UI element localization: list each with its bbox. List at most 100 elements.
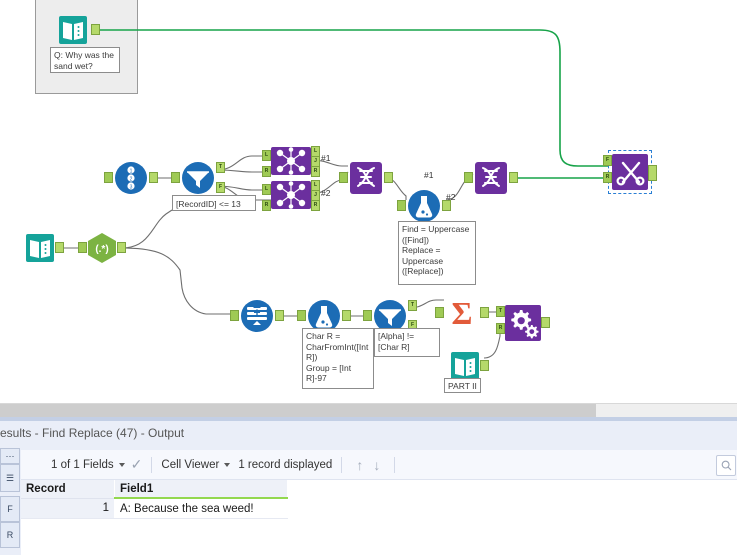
input-anchor[interactable] xyxy=(171,172,180,183)
output-anchor-r[interactable] xyxy=(311,200,320,211)
node-generate-rows[interactable]: + xyxy=(230,298,284,334)
output-anchor-true[interactable] xyxy=(408,300,417,311)
output-anchor[interactable] xyxy=(117,242,126,253)
join-icon xyxy=(271,181,311,209)
port-hash-1b: #1 xyxy=(424,170,434,180)
scroll-down-button[interactable]: ↓ xyxy=(368,457,385,473)
input-anchor[interactable] xyxy=(78,242,87,253)
chevron-down-icon[interactable] xyxy=(118,462,125,467)
node-text-input-alpha[interactable] xyxy=(22,230,64,266)
annotation-formula-1: Find = Uppercase ([Find]) Replace = Uppe… xyxy=(398,221,476,285)
input-anchor[interactable] xyxy=(397,200,406,211)
results-toolbar: 1 of 1 Fields ✓ Cell Viewer 1 record dis… xyxy=(21,450,737,480)
regex-icon: (.*) xyxy=(88,233,116,263)
input-anchor[interactable] xyxy=(230,310,239,321)
scroll-up-button[interactable]: ↑ xyxy=(351,457,368,473)
column-header-field1[interactable]: Field1 xyxy=(114,480,288,499)
output-anchor[interactable] xyxy=(149,172,158,183)
scrollbar-thumb[interactable] xyxy=(0,404,596,418)
node-record-id[interactable]: 1 2 3 xyxy=(104,160,158,196)
node-join-2[interactable]: L R L J R xyxy=(262,180,320,211)
input-anchor-r[interactable] xyxy=(603,172,612,183)
node-text-input-question[interactable] xyxy=(55,12,100,48)
annotation-question: Q: Why was the sand wet? xyxy=(50,47,120,73)
search-input[interactable] xyxy=(716,455,736,476)
input-anchor[interactable] xyxy=(435,307,444,318)
output-anchor[interactable] xyxy=(384,172,393,183)
input-anchor-r[interactable] xyxy=(496,323,505,334)
output-anchor-r[interactable] xyxy=(311,166,320,177)
output-anchor[interactable] xyxy=(91,24,100,35)
flask-icon xyxy=(408,190,440,222)
cell-viewer-label: Cell Viewer xyxy=(161,458,220,471)
node-regex[interactable]: (.*) xyxy=(78,230,126,266)
vtool-f-button[interactable]: F xyxy=(0,496,20,522)
input-anchor[interactable] xyxy=(297,310,306,321)
vtool-r-button[interactable]: R xyxy=(0,522,20,548)
check-icon[interactable]: ✓ xyxy=(131,456,143,473)
svg-text:Σ: Σ xyxy=(452,295,473,331)
divider xyxy=(151,456,153,473)
svg-text:1: 1 xyxy=(130,168,133,174)
node-join-1[interactable]: L R L J R xyxy=(262,146,320,177)
output-anchor[interactable] xyxy=(509,172,518,183)
annotation-filter-1: [RecordID] <= 13 xyxy=(172,195,256,211)
node-summarize[interactable]: Σ xyxy=(435,295,489,331)
output-anchor-false[interactable] xyxy=(216,182,225,193)
filter-funnel-icon xyxy=(182,162,214,194)
search-icon xyxy=(721,460,731,471)
input-anchor-right[interactable] xyxy=(262,166,271,177)
input-anchor-t[interactable] xyxy=(496,306,505,317)
canvas-horizontal-scrollbar[interactable] xyxy=(0,403,737,418)
vtool-list-button[interactable]: ☰ xyxy=(0,464,20,492)
input-anchor-f[interactable] xyxy=(603,155,612,166)
fields-label: 1 of 1 Fields xyxy=(51,458,114,471)
output-anchor[interactable] xyxy=(342,310,351,321)
fields-dropdown[interactable]: 1 of 1 Fields xyxy=(51,459,131,471)
record-id-icon: 1 2 3 xyxy=(115,162,147,194)
annotation-formula-2: Char R = CharFromInt([Int R]) Group = [I… xyxy=(302,328,374,389)
node-find-replace[interactable]: F R xyxy=(603,154,657,190)
results-vertical-toolbar: ⋯ ☰ F R xyxy=(0,448,21,555)
generate-rows-icon: + xyxy=(241,300,273,332)
output-anchor[interactable] xyxy=(55,242,64,253)
input-anchor[interactable] xyxy=(464,172,473,183)
sigma-icon: Σ xyxy=(446,295,478,331)
table-header-row: Record Field1 xyxy=(21,480,288,499)
input-anchor[interactable] xyxy=(363,310,372,321)
join-icon xyxy=(271,147,311,175)
node-dynamic-replace[interactable]: T R xyxy=(496,305,550,341)
node-union-2[interactable] xyxy=(464,160,518,196)
cell-field1: A: Because the sea weed! xyxy=(114,498,288,519)
dna-union-icon xyxy=(350,162,382,194)
table-row[interactable]: 1 A: Because the sea weed! xyxy=(21,498,288,519)
output-anchor[interactable] xyxy=(541,317,550,328)
svg-text:(.*): (.*) xyxy=(95,244,108,255)
workflow-canvas[interactable]: Q: Why was the sand wet? 1 2 3 T F [Reco… xyxy=(0,0,737,403)
column-header-record[interactable]: Record xyxy=(21,480,115,499)
records-displayed-label: 1 record displayed xyxy=(238,458,333,471)
input-anchor[interactable] xyxy=(104,172,113,183)
output-anchor[interactable] xyxy=(480,307,489,318)
node-filter-1[interactable]: T F xyxy=(171,160,225,196)
input-anchor-left[interactable] xyxy=(262,150,271,161)
input-anchor-right[interactable] xyxy=(262,200,271,211)
divider xyxy=(341,456,343,473)
node-formula-1[interactable] xyxy=(397,188,451,224)
output-anchor[interactable] xyxy=(275,310,284,321)
port-hash-2: #2 xyxy=(321,188,331,198)
port-hash-2b: #2 xyxy=(446,192,456,202)
cell-viewer-dropdown[interactable]: Cell Viewer xyxy=(161,459,236,471)
output-anchor-true[interactable] xyxy=(216,162,225,173)
node-union-1[interactable] xyxy=(339,160,393,196)
svg-text:3: 3 xyxy=(130,184,133,190)
results-data-grid[interactable]: Record Field1 1 A: Because the sea weed! xyxy=(21,480,737,555)
annotation-part-2: PART II xyxy=(444,378,481,393)
input-anchor-left[interactable] xyxy=(262,184,271,195)
output-anchor[interactable] xyxy=(480,360,489,371)
output-anchor[interactable] xyxy=(648,165,657,181)
chevron-down-icon[interactable] xyxy=(224,462,231,467)
results-title: esults - Find Replace (47) - Output xyxy=(0,426,185,440)
input-anchor[interactable] xyxy=(339,172,348,183)
vtool-dots-button[interactable]: ⋯ xyxy=(0,448,20,464)
